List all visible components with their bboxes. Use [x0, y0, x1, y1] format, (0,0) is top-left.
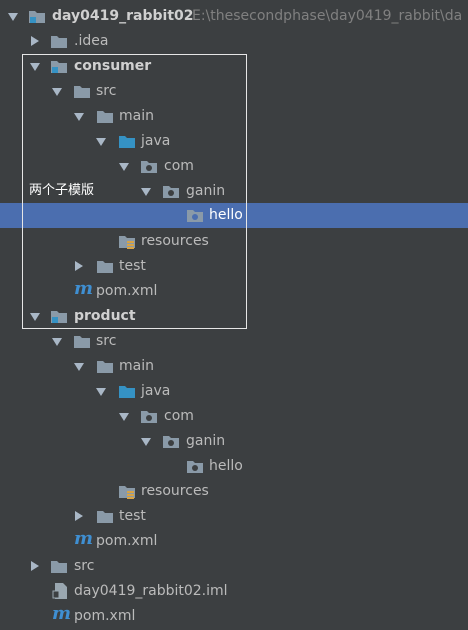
tree-row-src[interactable]: src: [0, 554, 468, 579]
tree-row-product-pom[interactable]: m pom.xml: [0, 529, 468, 554]
tree-label-idea: .idea: [74, 33, 109, 49]
folder-icon: [51, 561, 67, 573]
tree-row-root[interactable]: day0419_rabbit02 E:\thesecondphase\day04…: [0, 4, 468, 29]
tree-row-product-main[interactable]: main: [0, 354, 468, 379]
tree-label-iml: day0419_rabbit02.iml: [74, 583, 228, 599]
folder-icon: [97, 261, 113, 273]
tree-label-resources: resources: [141, 233, 209, 249]
tree-label-com: com: [164, 408, 194, 424]
collapse-arrow[interactable]: [75, 261, 83, 271]
tree-label-ganin: ganin: [186, 183, 226, 199]
expand-arrow[interactable]: [96, 388, 106, 396]
expand-arrow[interactable]: [30, 63, 40, 71]
expand-arrow[interactable]: [74, 363, 84, 371]
folder-icon: [97, 361, 113, 373]
tree-row-consumer-com[interactable]: com: [0, 154, 468, 179]
tree-label-test: test: [119, 508, 146, 524]
tree-label-hello: hello: [209, 207, 243, 223]
collapse-arrow[interactable]: [31, 36, 39, 46]
expand-arrow[interactable]: [30, 313, 40, 321]
tree-label-ganin: ganin: [186, 433, 226, 449]
tree-row-product-resources[interactable]: resources: [0, 479, 468, 504]
resources-folder-icon: [119, 236, 135, 249]
tree-label-src: src: [96, 83, 117, 99]
tree-row-iml[interactable]: day0419_rabbit02.iml: [0, 579, 468, 604]
maven-icon: m: [74, 278, 94, 299]
tree-label-com: com: [164, 158, 194, 174]
tree-label-consumer: consumer: [74, 58, 152, 74]
tree-label-test: test: [119, 258, 146, 274]
expand-arrow[interactable]: [141, 188, 151, 196]
tree-label-main: main: [119, 108, 154, 124]
source-folder-icon: [119, 386, 135, 398]
expand-arrow[interactable]: [8, 13, 18, 21]
tree-row-consumer-src[interactable]: src: [0, 79, 468, 104]
package-icon: [141, 411, 157, 423]
folder-icon: [97, 111, 113, 123]
expand-arrow[interactable]: [119, 163, 129, 171]
tree-row-consumer[interactable]: consumer: [0, 54, 468, 79]
tree-row-product-hello[interactable]: hello: [0, 454, 468, 479]
package-icon: [187, 461, 203, 473]
expand-arrow[interactable]: [96, 138, 106, 146]
tree-label-java: java: [141, 383, 171, 399]
tree-label-resources: resources: [141, 483, 209, 499]
tree-label-java: java: [141, 133, 171, 149]
annotation-label: 两个子模版: [29, 183, 95, 198]
folder-icon: [97, 511, 113, 523]
tree-row-product-java[interactable]: java: [0, 379, 468, 404]
tree-row-product-com[interactable]: com: [0, 404, 468, 429]
tree-label-hello: hello: [209, 458, 243, 474]
collapse-arrow[interactable]: [75, 511, 83, 521]
tree-label-main: main: [119, 358, 154, 374]
tree-row-consumer-main[interactable]: main: [0, 104, 468, 129]
expand-arrow[interactable]: [52, 88, 62, 96]
resources-folder-icon: [119, 486, 135, 499]
tree-row-product-src[interactable]: src: [0, 329, 468, 354]
tree-row-idea[interactable]: .idea: [0, 29, 468, 54]
expand-arrow[interactable]: [119, 413, 129, 421]
tree-row-product-ganin[interactable]: ganin: [0, 429, 468, 454]
tree-label-pom: pom.xml: [74, 608, 136, 624]
package-icon: [163, 186, 179, 198]
package-icon: [141, 161, 157, 173]
maven-icon: m: [52, 603, 72, 624]
module-folder-icon: [51, 61, 67, 73]
tree-row-consumer-hello[interactable]: hello: [0, 203, 468, 228]
tree-label-pom: pom.xml: [96, 283, 158, 299]
package-icon: [163, 436, 179, 448]
tree-label-root: day0419_rabbit02: [52, 8, 194, 24]
collapse-arrow[interactable]: [31, 561, 39, 571]
maven-icon: m: [74, 528, 94, 549]
tree-label-product: product: [74, 308, 136, 324]
folder-icon: [74, 336, 90, 348]
package-icon: [187, 210, 203, 222]
folder-icon: [51, 36, 67, 48]
tree-row-pom[interactable]: m pom.xml: [0, 604, 468, 629]
tree-label-src: src: [74, 558, 95, 574]
folder-icon: [74, 86, 90, 98]
root-path: E:\thesecondphase\day0419_rabbit\da: [192, 8, 463, 24]
module-folder-icon: [29, 11, 45, 23]
tree-row-consumer-test[interactable]: test: [0, 254, 468, 279]
tree-row-consumer-resources[interactable]: resources: [0, 229, 468, 254]
expand-arrow[interactable]: [52, 338, 62, 346]
tree-label-src: src: [96, 333, 117, 349]
iml-file-icon: [52, 583, 67, 599]
source-folder-icon: [119, 136, 135, 148]
tree-label-pom: pom.xml: [96, 533, 158, 549]
expand-arrow[interactable]: [74, 113, 84, 121]
tree-row-consumer-pom[interactable]: m pom.xml: [0, 279, 468, 304]
module-folder-icon: [51, 311, 67, 323]
tree-row-consumer-java[interactable]: java: [0, 129, 468, 154]
expand-arrow[interactable]: [141, 438, 151, 446]
tree-row-product[interactable]: product: [0, 304, 468, 329]
tree-row-product-test[interactable]: test: [0, 504, 468, 529]
